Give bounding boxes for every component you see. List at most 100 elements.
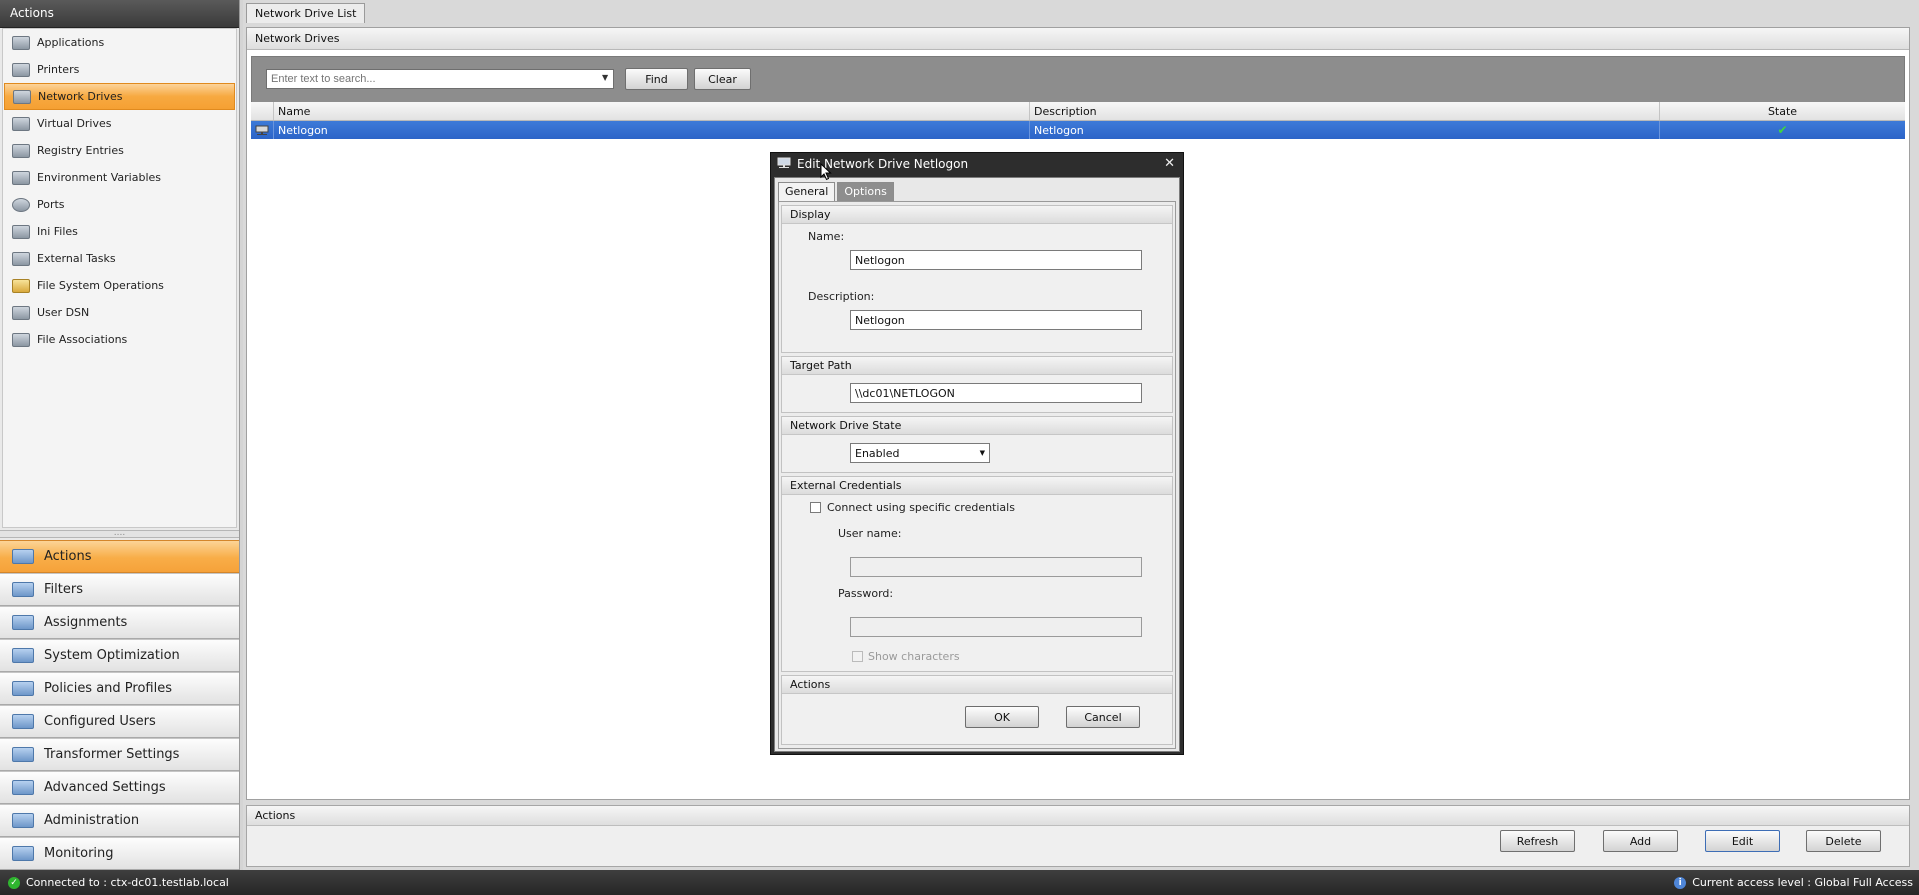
display-section: Display Name: Netlogon Description: Netl… — [781, 205, 1173, 353]
description-field[interactable]: Netlogon — [850, 310, 1142, 330]
ports-icon — [12, 197, 30, 212]
sidebar-item-external-tasks[interactable]: External Tasks — [4, 245, 235, 272]
tab-general[interactable]: General — [778, 182, 836, 201]
column-header-name[interactable]: Name — [274, 102, 1030, 120]
tab-options[interactable]: Options — [837, 182, 894, 201]
folder-icon — [12, 714, 34, 729]
tab-network-drive-list[interactable]: Network Drive List — [246, 3, 366, 23]
cancel-button[interactable]: Cancel — [1066, 706, 1140, 728]
folder-icon — [12, 648, 34, 663]
nav-group-assignments[interactable]: Assignments — [0, 606, 239, 639]
folder-icon — [12, 681, 34, 696]
section-title-display: Display — [782, 206, 1172, 224]
sidebar-item-applications[interactable]: Applications — [4, 29, 235, 56]
connection-text: Connected to : ctx-dc01.testlab.local — [26, 876, 229, 889]
sidebar-item-registry-entries[interactable]: Registry Entries — [4, 137, 235, 164]
folder-icon — [12, 747, 34, 762]
dialog-tabs: General Options — [778, 182, 896, 201]
column-header-description[interactable]: Description — [1030, 102, 1660, 120]
bottom-actions-title: Actions — [247, 806, 1909, 826]
info-icon: i — [1674, 876, 1687, 889]
nav-group-label: Actions — [44, 549, 92, 564]
sidebar-item-ports[interactable]: Ports — [4, 191, 235, 218]
state-select[interactable]: Enabled ▼ — [850, 443, 990, 463]
dialog-actions-section: Actions OK Cancel — [781, 675, 1173, 745]
sidebar-splitter[interactable]: .... — [0, 529, 239, 538]
sidebar-item-file-associations[interactable]: File Associations — [4, 326, 235, 353]
description-label: Description: — [808, 290, 875, 303]
printer-icon — [12, 62, 30, 77]
sidebar-item-printers[interactable]: Printers — [4, 56, 235, 83]
sidebar-item-label: Ini Files — [37, 225, 78, 238]
sidebar-header: Actions — [0, 0, 239, 28]
ok-button[interactable]: OK — [965, 706, 1039, 728]
connected-icon: ✓ — [8, 876, 20, 889]
bottom-actions-panel: Actions Refresh Add Edit Delete — [246, 805, 1910, 867]
action-list: Applications Printers Network Drives Vir… — [2, 28, 237, 528]
folder-icon — [12, 846, 34, 861]
add-button[interactable]: Add — [1603, 830, 1678, 852]
sidebar-item-label: Ports — [37, 198, 65, 211]
dialog-body: General Options Display Name: Netlogon D… — [774, 177, 1180, 752]
mouse-cursor-icon — [820, 163, 832, 181]
password-field[interactable] — [850, 617, 1142, 637]
cell-description: Netlogon — [1030, 121, 1660, 139]
delete-button[interactable]: Delete — [1806, 830, 1881, 852]
sidebar-item-ini-files[interactable]: Ini Files — [4, 218, 235, 245]
edit-button[interactable]: Edit — [1705, 830, 1780, 852]
username-label: User name: — [838, 527, 902, 540]
sidebar-item-label: Printers — [37, 63, 80, 76]
sidebar-item-network-drives[interactable]: Network Drives — [4, 83, 235, 110]
nav-group-configured-users[interactable]: Configured Users — [0, 705, 239, 738]
sidebar-item-file-system-operations[interactable]: File System Operations — [4, 272, 235, 299]
sidebar-item-label: Environment Variables — [37, 171, 162, 184]
nav-group-filters[interactable]: Filters — [0, 573, 239, 606]
username-field[interactable] — [850, 557, 1142, 577]
target-path-field[interactable]: \\dc01\NETLOGON — [850, 383, 1142, 403]
folder-icon — [12, 582, 34, 597]
column-header-state[interactable]: State — [1660, 102, 1905, 120]
ini-file-icon — [12, 224, 30, 239]
dialog-titlebar[interactable]: Edit Network Drive Netlogon — [771, 153, 1183, 175]
external-credentials-section: External Credentials Connect using speci… — [781, 476, 1173, 672]
password-label: Password: — [838, 587, 894, 600]
close-icon[interactable]: ✕ — [1164, 156, 1175, 171]
nav-group-policies-and-profiles[interactable]: Policies and Profiles — [0, 672, 239, 705]
connection-status: ✓ Connected to : ctx-dc01.testlab.local — [8, 876, 229, 889]
sidebar-item-label: User DSN — [37, 306, 90, 319]
environment-variables-icon — [12, 170, 30, 185]
nav-group-label: Monitoring — [44, 846, 114, 861]
network-drive-state-section: Network Drive State Enabled ▼ — [781, 416, 1173, 473]
panel-title: Network Drives — [247, 28, 1909, 50]
sidebar-item-label: Virtual Drives — [37, 117, 112, 130]
show-characters-checkbox[interactable] — [852, 651, 863, 662]
sidebar-item-environment-variables[interactable]: Environment Variables — [4, 164, 235, 191]
nav-group-actions[interactable]: Actions — [0, 540, 239, 573]
clear-button[interactable]: Clear — [694, 68, 751, 90]
table-row[interactable]: Netlogon Netlogon ✔ — [251, 121, 1905, 139]
state-select-value: Enabled — [855, 447, 900, 460]
nav-group-label: Policies and Profiles — [44, 681, 173, 696]
search-input[interactable] — [266, 69, 614, 89]
sidebar-item-user-dsn[interactable]: User DSN — [4, 299, 235, 326]
sidebar-item-label: Applications — [37, 36, 105, 49]
find-button[interactable]: Find — [625, 68, 688, 90]
cell-state: ✔ — [1660, 121, 1905, 139]
nav-group-system-optimization[interactable]: System Optimization — [0, 639, 239, 672]
chevron-down-icon: ▼ — [979, 449, 985, 457]
name-field[interactable]: Netlogon — [850, 250, 1142, 270]
sidebar-item-virtual-drives[interactable]: Virtual Drives — [4, 110, 235, 137]
nav-group-administration[interactable]: Administration — [0, 804, 239, 837]
nav-group-monitoring[interactable]: Monitoring — [0, 837, 239, 870]
connect-credentials-checkbox[interactable] — [810, 502, 821, 513]
sidebar-item-label: File Associations — [37, 333, 128, 346]
chevron-down-icon[interactable]: ▼ — [602, 73, 608, 82]
registry-icon — [12, 143, 30, 158]
external-tasks-icon — [12, 251, 30, 266]
refresh-button[interactable]: Refresh — [1500, 830, 1575, 852]
folder-icon — [12, 813, 34, 828]
nav-group-advanced-settings[interactable]: Advanced Settings — [0, 771, 239, 804]
nav-group-label: Filters — [44, 582, 83, 597]
nav-group-transformer-settings[interactable]: Transformer Settings — [0, 738, 239, 771]
applications-icon — [12, 35, 30, 50]
